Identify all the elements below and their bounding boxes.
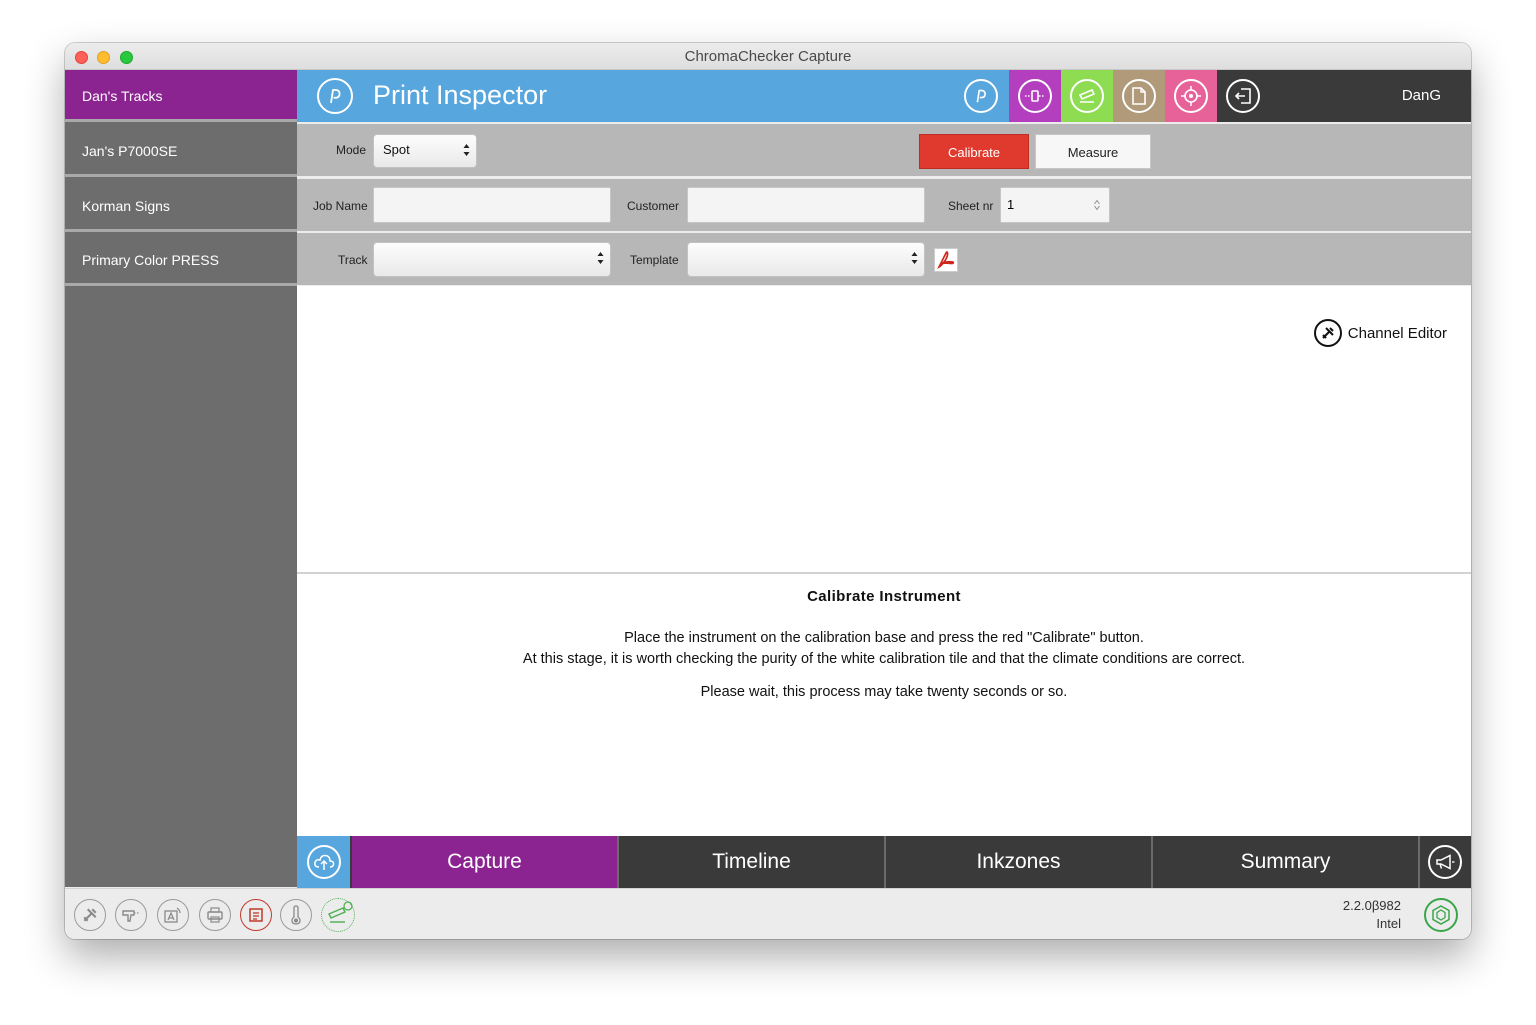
tab-timeline[interactable]: Timeline — [617, 836, 884, 888]
channel-editor-button[interactable]: Channel Editor — [1313, 319, 1447, 347]
spectro-icon[interactable] — [115, 899, 147, 931]
channel-editor-label: Channel Editor — [1347, 324, 1447, 342]
user-name[interactable]: DanG — [1402, 87, 1441, 104]
select-arrows-icon — [597, 252, 604, 264]
thermometer-icon[interactable] — [280, 899, 312, 931]
customer-label: Customer — [627, 199, 680, 213]
stepper-arrows-icon[interactable] — [1094, 199, 1100, 211]
print-inspector-icon[interactable] — [964, 79, 998, 113]
mode-value: Spot — [383, 142, 410, 157]
printer-icon[interactable] — [199, 899, 231, 931]
page-title: Print Inspector — [373, 80, 548, 110]
sheet-nr-stepper[interactable]: 1 — [1000, 187, 1110, 223]
chromachecker-logo-icon[interactable] — [1424, 898, 1458, 932]
cloud-upload-icon — [307, 845, 341, 879]
megaphone-icon — [1428, 845, 1462, 879]
customer-field[interactable] — [687, 187, 925, 223]
sheet-nr-value: 1 — [1007, 197, 1015, 212]
document-tile[interactable] — [1113, 70, 1165, 122]
header-title-area: Print Inspector — [297, 70, 1009, 122]
tools-icon[interactable] — [74, 899, 106, 931]
instructions-pane: Calibrate Instrument Place the instrumen… — [297, 574, 1471, 836]
job-name-label: Job Name — [313, 199, 368, 213]
instruction-line-2: At this stage, it is worth checking the … — [522, 651, 1246, 667]
job-name-field[interactable] — [373, 187, 611, 223]
title-bar: ChromaChecker Capture — [65, 43, 1471, 70]
calibrate-heading: Calibrate Instrument — [807, 588, 961, 605]
instruction-line-3: Please wait, this process may take twent… — [700, 684, 1068, 700]
announcements-button[interactable] — [1418, 836, 1471, 888]
print-inspector-logo-icon — [317, 78, 353, 114]
window-title: ChromaChecker Capture — [684, 48, 852, 65]
select-arrows-icon — [463, 144, 470, 156]
scanner-tile[interactable] — [1061, 70, 1113, 122]
sidebar-item-jans-p7000se[interactable]: Jan's P7000SE — [65, 125, 297, 177]
sidebar-item-primary-color-press[interactable]: Primary Color PRESS — [65, 234, 297, 286]
calibrate-button[interactable]: Calibrate — [919, 134, 1029, 169]
template-label: Template — [630, 253, 679, 267]
scanner-icon — [1070, 79, 1104, 113]
target-tile[interactable] — [1165, 70, 1217, 122]
sidebar-item-korman-signs[interactable]: Korman Signs — [65, 180, 297, 232]
bottom-tab-bar: Capture Timeline Inkzones Summary — [297, 836, 1471, 888]
tab-inkzones[interactable]: Inkzones — [884, 836, 1151, 888]
target-icon — [1174, 79, 1208, 113]
document-icon — [1122, 79, 1156, 113]
job-row: Job Name Customer Sheet nr 1 — [297, 179, 1471, 231]
version-number: 2.2.0β982 — [1342, 898, 1401, 913]
mode-row: Mode Spot Calibrate Measure — [297, 124, 1471, 176]
pdf-icon[interactable] — [934, 248, 958, 272]
tab-capture[interactable]: Capture — [352, 836, 617, 888]
tools-icon — [1313, 319, 1342, 347]
track-row: Track Template — [297, 233, 1471, 285]
instrument-tile[interactable] — [1009, 70, 1061, 122]
mode-select[interactable]: Spot — [373, 134, 477, 168]
select-arrows-icon — [911, 252, 918, 264]
header-bar: Print Inspector DanG — [297, 70, 1471, 122]
report-icon[interactable] — [240, 899, 272, 931]
connection-icon[interactable] — [321, 898, 355, 932]
instrument-icon — [1018, 79, 1052, 113]
app-window: ChromaChecker Capture Dan's Tracks Jan's… — [65, 43, 1471, 939]
track-label: Track — [338, 253, 368, 267]
font-icon[interactable] — [157, 899, 189, 931]
tab-summary[interactable]: Summary — [1151, 836, 1418, 888]
track-select[interactable] — [373, 242, 611, 277]
cloud-upload-button[interactable] — [297, 836, 350, 888]
instruction-line-1: Place the instrument on the calibration … — [624, 630, 1144, 646]
measurement-pane: Channel Editor — [297, 286, 1471, 572]
mode-label: Mode — [336, 143, 367, 157]
sheet-nr-label: Sheet nr — [948, 199, 994, 213]
version-info: 2.2.0β982 Intel — [1343, 897, 1401, 933]
sidebar: Dan's Tracks Jan's P7000SE Korman Signs … — [65, 70, 297, 887]
status-bar: 2.2.0β982 Intel — [65, 888, 1471, 939]
logout-icon[interactable] — [1226, 79, 1260, 113]
template-select[interactable] — [687, 242, 925, 277]
measure-button[interactable]: Measure — [1035, 134, 1151, 169]
sidebar-item-dans-tracks[interactable]: Dan's Tracks — [65, 70, 297, 122]
arch-label: Intel — [1376, 916, 1401, 931]
